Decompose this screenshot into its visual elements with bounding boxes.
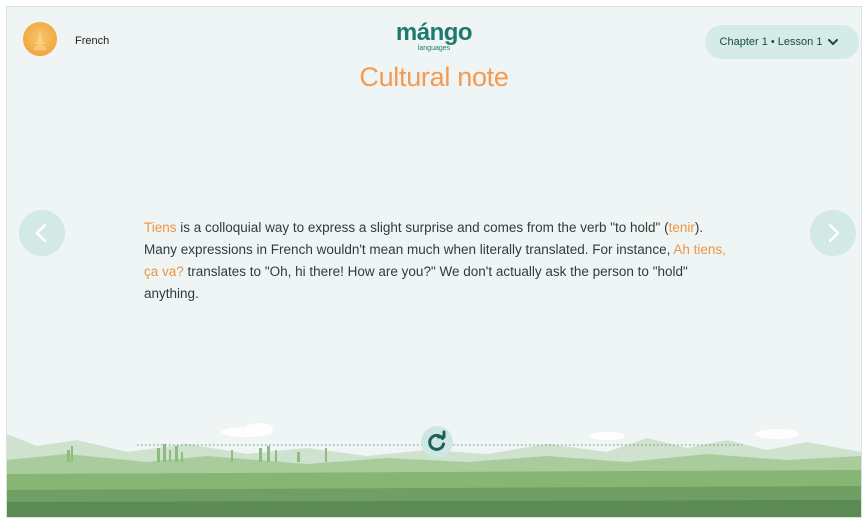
page-title: Cultural note [359,62,509,92]
replay-button[interactable] [421,426,453,458]
chapter-selector-label: Chapter 1 • Lesson 1 [719,36,823,48]
next-button[interactable] [810,210,856,256]
chevron-right-icon [828,223,840,243]
chapter-selector[interactable]: Chapter 1 • Lesson 1 [705,25,859,59]
landscape-illustration [7,423,861,517]
previous-button[interactable] [19,210,65,256]
note-text-segment: is a colloquial way to express a slight … [176,220,669,235]
replay-icon [428,430,446,451]
chevron-down-icon [828,38,839,45]
lesson-screen: French mángo languages Cultural note Cha… [6,6,862,518]
note-text-segment: translates to "Oh, hi there! How are you… [144,264,688,301]
chevron-left-icon [35,223,47,243]
highlighted-phrase: Tiens [144,220,177,235]
highlighted-phrase: tenir [668,220,695,235]
cultural-note-text: Tiens is a colloquial way to express a s… [144,217,734,305]
